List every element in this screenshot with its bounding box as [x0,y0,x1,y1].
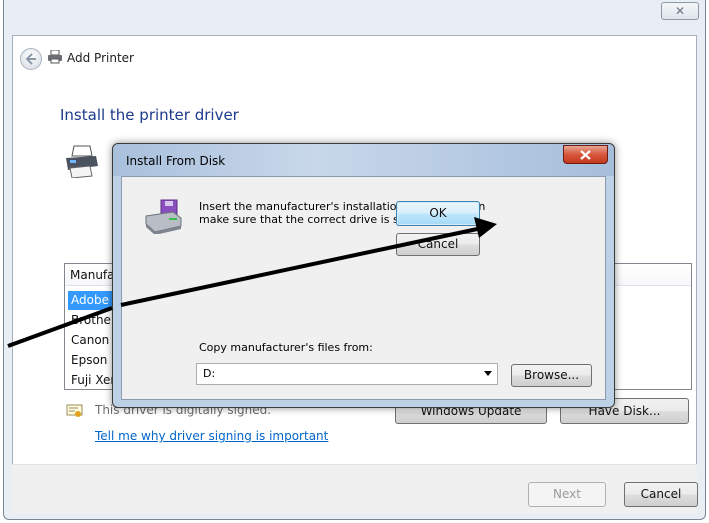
printer-icon [66,145,98,178]
copy-files-label: Copy manufacturer's files from: [199,341,373,354]
back-arrow-icon [25,53,36,65]
chevron-down-icon[interactable] [484,371,492,376]
ok-button[interactable]: OK [396,201,480,226]
certificate-icon [66,404,83,417]
window-title: Add Printer [67,51,134,65]
next-button[interactable]: Next [528,482,606,507]
driver-signing-link[interactable]: Tell me why driver signing is important [95,429,328,443]
dialog-close-button[interactable] [563,145,608,164]
close-icon: ✕ [674,4,686,18]
files-location-value: D: [203,367,216,380]
dialog-title: Install From Disk [126,154,226,168]
page-heading: Install the printer driver [60,106,239,124]
floppy-disk-icon [145,199,182,234]
cancel-button[interactable]: Cancel [624,482,698,507]
close-icon [580,150,591,160]
back-button[interactable] [20,48,42,70]
files-location-combobox[interactable]: D: [196,363,498,385]
printer-icon [48,50,62,64]
dialog-cancel-button[interactable]: Cancel [396,233,480,256]
window-close-button[interactable]: ✕ [661,2,699,20]
browse-button[interactable]: Browse... [511,364,592,387]
